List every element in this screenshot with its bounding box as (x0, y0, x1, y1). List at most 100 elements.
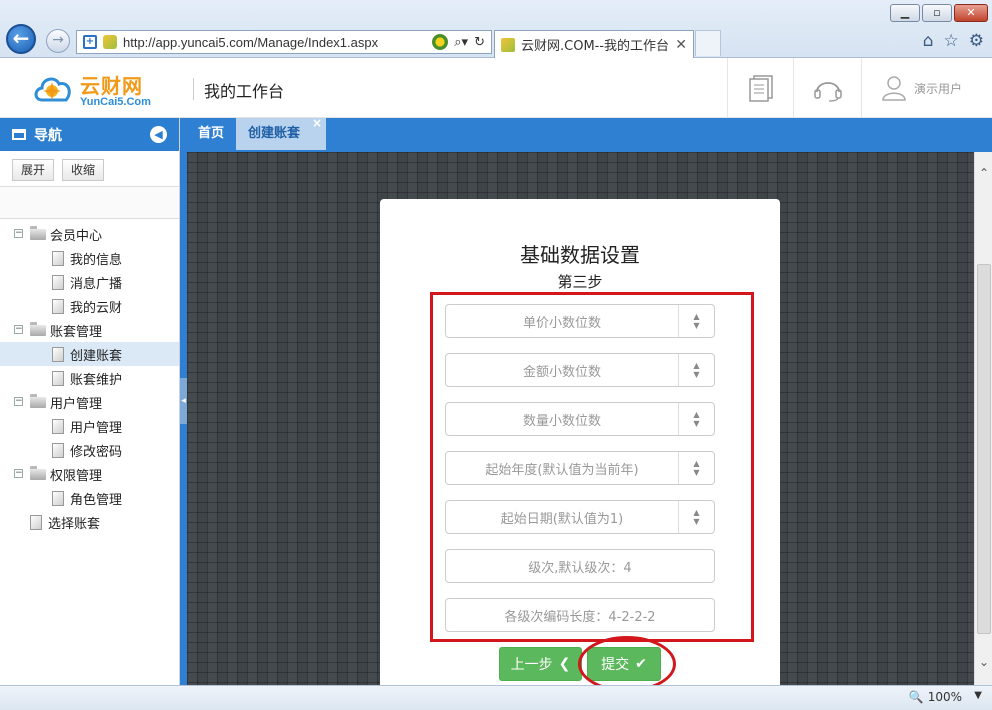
file-icon (52, 274, 64, 290)
setup-card: 基础数据设置 第三步 单价小数位数 ▲ ▼ 金额小数位数 ▲ ▼ 数量小数位数 ▲ ▼… (380, 199, 780, 685)
tree-node-broadcast[interactable]: 消息广播 (0, 270, 179, 294)
app-header: 云财网 YunCai5.Com 我的工作台 演示用户 (0, 58, 992, 118)
tab-home[interactable]: 首页 (186, 118, 237, 150)
tree-node-role-management[interactable]: 角色管理 (0, 486, 179, 510)
logo-text-cn: 云财网 (80, 74, 143, 98)
tab-label: 创建账套 (248, 126, 301, 141)
tree-node-member-center[interactable]: − 会员中心 (0, 222, 179, 246)
zoom-icon: 🔍 (908, 690, 924, 704)
scroll-down-icon[interactable]: ⌄ (977, 655, 991, 671)
tree-node-my-yuncai[interactable]: 我的云财 (0, 294, 179, 318)
back-button[interactable]: ← (6, 24, 36, 54)
highlight-annotation-ring (578, 636, 676, 685)
form-step: 第三步 (557, 273, 603, 291)
new-tab-button[interactable] (695, 30, 721, 56)
sidebar: 导航 ◀ 展开 收缩 − 会员中心 我的信息 消息广播 我的云财 − 账套管理 (0, 118, 180, 685)
tree-node-create-account[interactable]: 创建账套 (0, 342, 179, 366)
file-icon (52, 298, 64, 314)
window-controls: ▁ ▫ ✕ (890, 4, 988, 22)
tree-node-select-account[interactable]: 选择账套 (0, 510, 179, 534)
maximize-button[interactable]: ▫ (922, 4, 952, 22)
tree-collapse-toggle-icon[interactable]: − (14, 229, 23, 238)
unit-price-decimals-field[interactable]: 单价小数位数 ▲ ▼ (445, 304, 715, 338)
logo-cloud-icon (34, 77, 71, 102)
nav-tree: − 会员中心 我的信息 消息广播 我的云财 − 账套管理 创建账套 账套维护 −… (0, 219, 179, 534)
tree-node-label: 权限管理 (50, 468, 103, 484)
close-window-button[interactable]: ✕ (954, 4, 988, 22)
sidebar-spacer (0, 187, 179, 219)
tree-node-change-password[interactable]: 修改密码 (0, 438, 179, 462)
field-placeholder: 各级次编码长度：4-2-2-2 (504, 609, 656, 625)
tree-collapse-toggle-icon[interactable]: − (14, 397, 23, 406)
header-divider (193, 78, 194, 100)
tree-collapse-toggle-icon[interactable]: − (14, 469, 23, 478)
form-title: 基础数据设置 (520, 243, 640, 267)
scroll-thumb[interactable] (977, 264, 991, 634)
documents-button[interactable] (727, 58, 793, 118)
logo-text-en: YunCai5.Com (80, 96, 151, 108)
minimize-button[interactable]: ▁ (890, 4, 920, 22)
tree-node-label: 选择账套 (48, 516, 101, 532)
tree-node-label: 账套管理 (50, 324, 103, 340)
sidebar-header: 导航 ◀ (0, 118, 179, 151)
previous-step-button[interactable]: 上一步 ❮ (499, 647, 582, 681)
browser-tab[interactable]: 云财网.COM--我的工作台 ✕ (494, 30, 694, 58)
home-icon[interactable]: ⌂ (923, 31, 934, 51)
vertical-scrollbar[interactable]: ⌃ ⌄ (974, 152, 992, 685)
shield-icon: + (83, 35, 97, 49)
quantity-decimals-field[interactable]: 数量小数位数 ▲ ▼ (445, 402, 715, 436)
tree-node-my-info[interactable]: 我的信息 (0, 246, 179, 270)
spinner-icon[interactable]: ▲ ▼ (678, 403, 714, 435)
start-date-field[interactable]: 起始日期(默认值为1) ▲ ▼ (445, 500, 715, 534)
collapse-all-button[interactable]: 收缩 (62, 159, 105, 181)
compatibility-icon[interactable] (432, 34, 449, 50)
folder-icon (30, 465, 46, 480)
collapse-sidebar-icon[interactable]: ◀ (150, 126, 167, 143)
tab-create-account[interactable]: 创建账套 × (236, 116, 327, 150)
field-placeholder: 金额小数位数 (522, 364, 601, 380)
favorites-star-icon[interactable]: ☆ (944, 31, 959, 51)
tree-node-user-management-group[interactable]: − 用户管理 (0, 390, 179, 414)
settings-gear-icon[interactable]: ⚙ (969, 31, 984, 51)
tree-node-account-management[interactable]: − 账套管理 (0, 318, 179, 342)
status-bar: 🔍 100% ▼ (0, 685, 992, 710)
page-title: 我的工作台 (204, 82, 285, 101)
file-icon (52, 418, 64, 434)
expand-all-button[interactable]: 展开 (12, 159, 55, 181)
scroll-up-icon[interactable]: ⌃ (977, 166, 991, 182)
user-menu[interactable]: 演示用户 (861, 58, 992, 118)
amount-decimals-field[interactable]: 金额小数位数 ▲ ▼ (445, 353, 715, 387)
spinner-icon[interactable]: ▲ ▼ (678, 452, 714, 484)
spinner-icon[interactable]: ▲ ▼ (678, 501, 714, 533)
main-area: 首页 创建账套 × 基础数据设置 第三步 单价小数位数 ▲ ▼ 金额小数位数 ▲ ▼… (180, 116, 992, 685)
spinner-icon[interactable]: ▲ ▼ (678, 305, 714, 337)
forward-button[interactable]: → (46, 29, 70, 53)
field-placeholder: 数量小数位数 (522, 413, 601, 429)
level-code-length-field[interactable]: 各级次编码长度：4-2-2-2 (445, 598, 715, 632)
level-count-field[interactable]: 级次,默认级次：4 (445, 549, 715, 583)
tree-node-permission-management[interactable]: − 权限管理 (0, 462, 179, 486)
sidebar-splitter-handle[interactable]: ◂ (180, 378, 187, 424)
tree-node-label: 我的云财 (70, 300, 123, 316)
close-tab-icon[interactable]: × (312, 107, 322, 139)
zoom-control[interactable]: 🔍 100% (909, 690, 962, 704)
refresh-icon[interactable]: ↻ (474, 35, 485, 50)
browser-chrome: ▁ ▫ ✕ ← → + http://app.yuncai5.com/Manag… (0, 0, 992, 58)
start-year-field[interactable]: 起始年度(默认值为当前年) ▲ ▼ (445, 451, 715, 485)
spinner-icon[interactable]: ▲ ▼ (678, 354, 714, 386)
tree-node-user-management[interactable]: 用户管理 (0, 414, 179, 438)
tree-node-account-maintenance[interactable]: 账套维护 (0, 366, 179, 390)
tree-collapse-toggle-icon[interactable]: − (14, 325, 23, 334)
file-icon (52, 442, 64, 458)
support-button[interactable] (793, 58, 861, 118)
address-url[interactable]: http://app.yuncai5.com/Manage/Index1.asp… (123, 35, 426, 50)
headset-icon (813, 82, 842, 102)
zoom-dropdown-icon[interactable]: ▼ (974, 690, 982, 701)
sidebar-title: 导航 (34, 127, 62, 144)
search-icon[interactable]: ⌕▾ (454, 35, 468, 50)
folder-icon (30, 321, 46, 336)
logo[interactable]: 云财网 YunCai5.Com (30, 66, 170, 112)
address-bar[interactable]: + http://app.yuncai5.com/Manage/Index1.a… (76, 30, 492, 54)
close-tab-icon[interactable]: ✕ (675, 37, 687, 53)
previous-step-label: 上一步 (510, 657, 553, 673)
